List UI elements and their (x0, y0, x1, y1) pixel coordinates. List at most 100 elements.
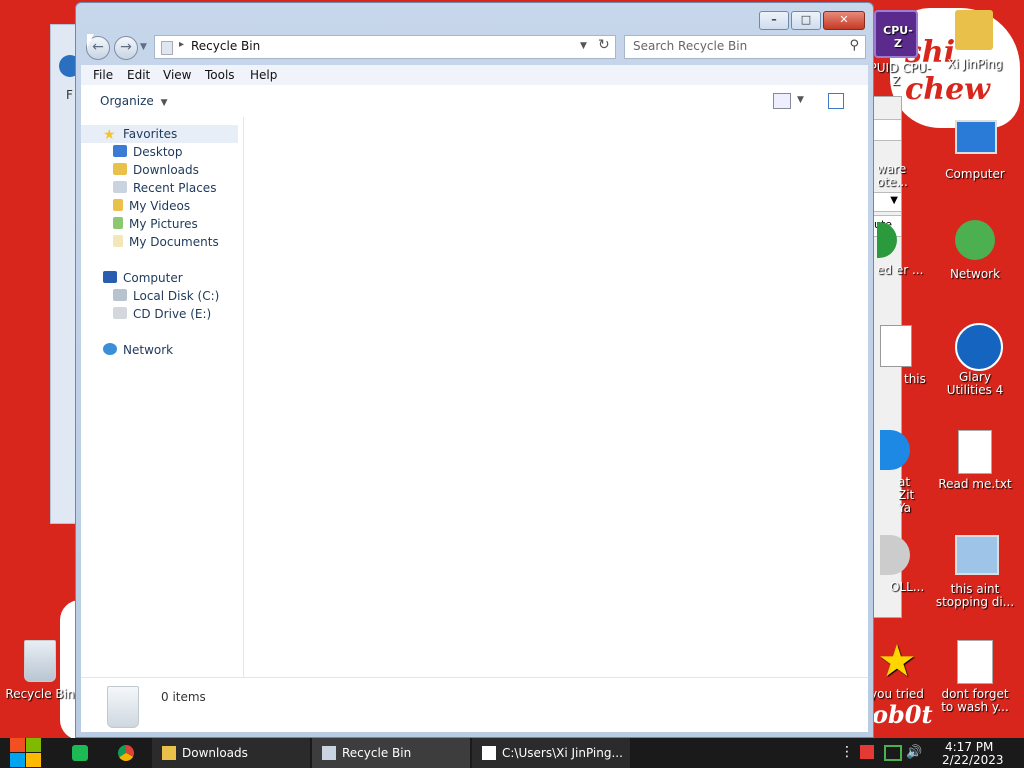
navigation-pane: ★ Favorites Desktop Downloads Recent Plac… (81, 117, 244, 677)
cpuz-icon: CPU-Z (874, 10, 918, 58)
desktop-icon-partial-5[interactable]: OLL... (880, 535, 925, 594)
refresh-icon[interactable]: ↻ (598, 37, 610, 53)
volume-icon[interactable]: 🔊 (906, 745, 922, 760)
menu-file[interactable]: File (93, 68, 113, 82)
desktop-icon (113, 145, 127, 157)
window-controls: – □ ✕ (759, 11, 865, 30)
close-button[interactable]: ✕ (823, 11, 865, 30)
chevron-down-icon: ▼ (890, 195, 898, 206)
menu-help[interactable]: Help (250, 68, 277, 82)
clock-time[interactable]: 4:17 PM (945, 740, 993, 754)
organize-button[interactable]: Organize ▼ (100, 94, 168, 108)
nav-computer[interactable]: Computer (103, 271, 183, 285)
downloads-icon (113, 163, 127, 175)
nav-my-pictures[interactable]: My Pictures (113, 217, 198, 231)
recycle-bin-large-icon (107, 686, 139, 728)
nav-desktop[interactable]: Desktop (113, 145, 183, 159)
desktop-icon-partial-4[interactable]: at Zit Ya (880, 430, 925, 515)
videos-icon (113, 199, 123, 211)
wallpaper-text-3: ob0t (872, 700, 933, 729)
desktop-icon-partial-2[interactable]: ed er ... (877, 222, 927, 277)
star-icon: ★ (103, 127, 116, 143)
desktop-icon-glary[interactable]: Glary Utilities 4 (935, 323, 1015, 397)
desktop-icon-this-aint[interactable]: this aint stopping di... (935, 535, 1015, 609)
taskbar-item-recycle-bin[interactable]: Recycle Bin (312, 738, 470, 768)
preview-pane-icon[interactable] (828, 93, 844, 109)
chrome-icon[interactable] (118, 745, 134, 761)
view-options-dropdown[interactable]: ▼ (797, 95, 804, 105)
recycle-bin-icon (20, 640, 60, 684)
breadcrumb-arrow-icon[interactable]: ▸ (179, 39, 184, 50)
nav-cd-drive[interactable]: CD Drive (E:) (113, 307, 211, 321)
desktop-icon-computer[interactable]: Computer (935, 120, 1015, 181)
chevron-down-icon: ▼ (160, 98, 168, 108)
cd-drive-icon (113, 307, 127, 319)
maximize-icon: □ (800, 13, 812, 26)
nav-my-documents[interactable]: My Documents (113, 235, 219, 249)
search-computer-icon (955, 535, 999, 579)
menu-tools[interactable]: Tools (205, 68, 235, 82)
search-input[interactable]: Search Recycle Bin (633, 39, 747, 53)
overflow-menu-icon[interactable]: ⋮ (840, 744, 854, 760)
file-list-area[interactable] (244, 117, 868, 677)
forward-button[interactable]: → (114, 36, 138, 60)
desktop-icon-partial-1[interactable]: ware ote... (877, 163, 927, 189)
background-dropdown[interactable]: ▼ (874, 192, 901, 212)
explorer-window[interactable]: – □ ✕ ← → ▼ ▸ Recycle Bin ▼ ↻ Search Rec… (75, 2, 874, 738)
network-status-icon[interactable] (884, 745, 902, 761)
address-dropdown-icon[interactable]: ▼ (580, 41, 587, 51)
clock-date[interactable]: 2/22/2023 (942, 753, 1004, 767)
mouse-cursor (87, 34, 94, 48)
taskbar: Downloads Recycle Bin C:\Users\Xi JinPin… (0, 738, 1024, 768)
breadcrumb[interactable]: Recycle Bin (191, 39, 260, 53)
navigation-bar: ← → ▼ ▸ Recycle Bin ▼ ↻ Search Recycle B… (84, 35, 866, 61)
minimize-button[interactable]: – (759, 11, 789, 30)
folder-icon (162, 746, 176, 760)
menu-bar: File Edit View Tools Help (81, 65, 868, 85)
menu-view[interactable]: View (163, 68, 191, 82)
computer-icon (103, 271, 117, 283)
nav-local-disk[interactable]: Local Disk (C:) (113, 289, 219, 303)
7zip-icon (482, 746, 496, 760)
recycle-bin-icon (322, 746, 336, 760)
nav-favorites[interactable]: ★ Favorites (103, 127, 177, 143)
taskbar-item-7zip[interactable]: C:\Users\Xi JinPing... (472, 738, 630, 768)
network-icon (103, 343, 117, 355)
flag-icon[interactable] (860, 745, 874, 759)
minimize-icon: – (771, 13, 777, 26)
desktop-icon-recycle-bin[interactable]: Recycle Bin (0, 640, 80, 701)
desktop-icon-network[interactable]: Network (935, 220, 1015, 281)
nav-recent-places[interactable]: Recent Places (113, 181, 216, 195)
computer-icon (955, 120, 997, 164)
nav-my-videos[interactable]: My Videos (113, 199, 190, 213)
desktop-icon-readme[interactable]: Read me.txt (935, 430, 1015, 491)
desktop-icon-partial-3[interactable]: this (880, 325, 926, 386)
windows-logo-icon (10, 738, 25, 752)
command-bar: Organize ▼ ▼ (81, 85, 868, 117)
recycle-bin-small-icon (161, 41, 173, 55)
skype-icon (880, 430, 910, 470)
background-window-menu: F (66, 88, 73, 102)
nav-network[interactable]: Network (103, 343, 173, 357)
nav-downloads[interactable]: Downloads (113, 163, 199, 177)
forward-arrow-icon: → (120, 39, 132, 55)
recent-pages-dropdown[interactable]: ▼ (140, 42, 147, 52)
search-box[interactable]: Search Recycle Bin ⚲ (624, 35, 866, 59)
taskbar-item-downloads[interactable]: Downloads (152, 738, 310, 768)
desktop-icon-dont-forget[interactable]: dont forget to wash y... (935, 640, 1015, 714)
text-file-icon (955, 430, 995, 474)
maximize-button[interactable]: □ (791, 11, 821, 30)
desktop-icon-user-folder[interactable]: Xi JinPing (935, 10, 1015, 71)
glary-utilities-icon (955, 323, 1003, 371)
hard-drive-icon (113, 289, 127, 301)
green-app-icon (877, 222, 897, 258)
address-bar[interactable]: ▸ Recycle Bin ▼ ↻ (154, 35, 616, 59)
change-view-icon[interactable] (773, 93, 791, 109)
details-pane: 0 items (81, 677, 868, 732)
search-icon[interactable]: ⚲ (849, 38, 859, 53)
start-button[interactable] (10, 738, 44, 768)
star-icon: ★ (877, 636, 917, 687)
disc-icon (880, 535, 910, 575)
pinned-app-icon[interactable] (72, 745, 88, 761)
menu-edit[interactable]: Edit (127, 68, 150, 82)
